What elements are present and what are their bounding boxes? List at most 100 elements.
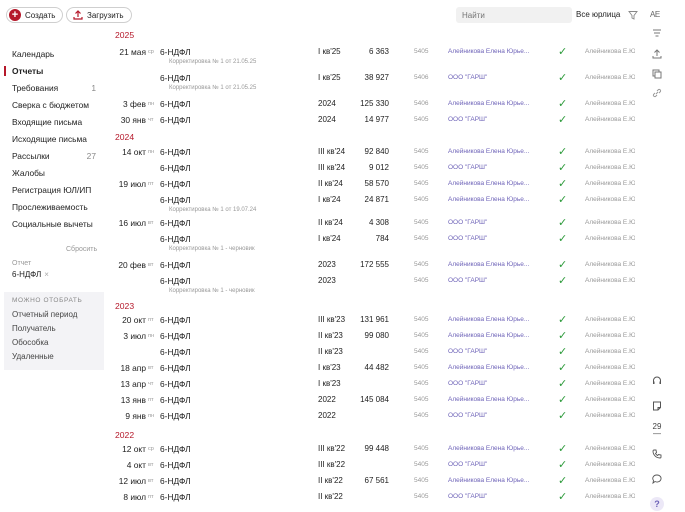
responsible-person: Алейникова Е.Ю.: [585, 493, 635, 500]
report-row[interactable]: 19 июл пт 6-НДФЛ II кв'24 58 570 5405 Алейнико…: [104, 176, 644, 192]
phone-icon[interactable]: [650, 447, 664, 461]
responsible-person: Алейникова Е.Ю.: [585, 180, 635, 187]
report-recipient-link[interactable]: Алейникова Елена Юрье...: [448, 477, 529, 484]
report-row[interactable]: 21 мая ср 6-НДФЛ Корректировка № 1 от 21.05…: [104, 44, 644, 71]
report-recipient-link[interactable]: ООО "ГАРШ": [448, 348, 487, 355]
sidebar-item-complaints[interactable]: Жалобы: [0, 165, 104, 181]
report-row[interactable]: 8 июл пт 6-НДФЛ II кв'22 5405 ООО "ГАРШ" Алейн…: [104, 489, 644, 505]
more-filter-branch[interactable]: Обособка: [12, 338, 49, 347]
report-row[interactable]: 13 янв пт 6-НДФЛ 2022 145 084 5405 Алейникова …: [104, 392, 644, 408]
report-recipient-link[interactable]: Алейникова Елена Юрье...: [448, 148, 529, 155]
report-recipient-link[interactable]: ООО "ГАРШ": [448, 219, 487, 226]
report-date: 21 мая: [119, 47, 146, 57]
report-recipient-link[interactable]: Алейникова Елена Юрье...: [448, 48, 529, 55]
report-row[interactable]: 30 янв чт 6-НДФЛ 2024 14 977 5405 ООО "ГАРШ" Ал…: [104, 112, 644, 128]
report-recipient-link[interactable]: Алейникова Елена Юрье...: [448, 364, 529, 371]
report-row[interactable]: 20 фев вт 6-НДФЛ 2023 172 555 5405 Алейникова …: [104, 257, 644, 273]
copy-icon[interactable]: [650, 67, 664, 81]
upload-button[interactable]: Загрузить: [66, 7, 132, 23]
report-row[interactable]: 6-НДФЛ III кв'24 9 012 5405 ООО "ГАРШ" Алейни…: [104, 160, 644, 176]
sidebar-item-registration[interactable]: Регистрация ЮЛ/ИП: [0, 182, 104, 198]
report-period: III кв'22: [318, 460, 346, 469]
sidebar-item-requirements[interactable]: Требования 1: [0, 80, 104, 96]
list-settings-icon[interactable]: [650, 26, 664, 40]
report-row[interactable]: 4 окт вт 6-НДФЛ III кв'22 5405 ООО "ГАРШ" Алей…: [104, 457, 644, 473]
report-recipient-link[interactable]: ООО "ГАРШ": [448, 380, 487, 387]
report-row[interactable]: 6-НДФЛ Корректировка № 1 от 21.05.25 I кв'…: [104, 70, 644, 97]
report-row[interactable]: 14 окт пн 6-НДФЛ III кв'24 92 840 5405 Алейник…: [104, 144, 644, 160]
report-date: 3 фев: [123, 99, 146, 109]
more-filter-recipient[interactable]: Получатель: [12, 324, 56, 333]
sort-az-icon[interactable]: AE: [650, 10, 660, 19]
tax-office-code: 5405: [414, 364, 429, 371]
reset-filters-link[interactable]: Сбросить: [66, 246, 97, 253]
notes-icon[interactable]: [650, 399, 664, 413]
report-row[interactable]: 3 июл пн 6-НДФЛ II кв'23 99 080 5405 Алейников…: [104, 328, 644, 344]
filter-label: Отчет: [12, 260, 32, 267]
report-row[interactable]: 13 апр чт 6-НДФЛ I кв'23 5405 ООО "ГАРШ" Алейн…: [104, 376, 644, 392]
report-recipient-link[interactable]: ООО "ГАРШ": [448, 74, 487, 81]
tax-office-code: 5405: [414, 180, 429, 187]
help-icon[interactable]: ?: [650, 497, 664, 511]
export-icon[interactable]: [650, 47, 664, 61]
filter-chip[interactable]: 6-НДФЛ ×: [12, 270, 49, 279]
report-row[interactable]: 6-НДФЛ II кв'23 5405 ООО "ГАРШ" Алейникова Е…: [104, 344, 644, 360]
filter-icon[interactable]: [628, 10, 638, 22]
report-recipient-link[interactable]: Алейникова Елена Юрье...: [448, 316, 529, 323]
report-recipient-link[interactable]: Алейникова Елена Юрье...: [448, 445, 529, 452]
report-recipient-link[interactable]: ООО "ГАРШ": [448, 164, 487, 171]
report-date: 18 апр: [120, 363, 147, 373]
report-row[interactable]: 6-НДФЛ Корректировка № 1 - черновик 2023 54…: [104, 273, 644, 300]
report-recipient-link[interactable]: ООО "ГАРШ": [448, 235, 487, 242]
create-button[interactable]: + Создать: [6, 7, 64, 23]
report-row[interactable]: 18 апр вт 6-НДФЛ I кв'23 44 482 5405 Алейников…: [104, 360, 644, 376]
report-type: 6-НДФЛ: [160, 347, 191, 357]
responsible-person: Алейникова Е.Ю.: [585, 380, 635, 387]
tax-office-code: 5405: [414, 348, 429, 355]
report-row[interactable]: 9 янв пн 6-НДФЛ 2022 5405 ООО "ГАРШ" Алейников…: [104, 408, 644, 424]
report-correction-note: Корректировка № 1 - черновик: [169, 288, 255, 294]
report-recipient-link[interactable]: ООО "ГАРШ": [448, 277, 487, 284]
sidebar-item-reports[interactable]: Отчеты: [0, 63, 104, 79]
report-recipient-link[interactable]: ООО "ГАРШ": [448, 116, 487, 123]
report-period: I кв'24: [318, 195, 341, 204]
sidebar-item-traceability[interactable]: Прослеживаемость: [0, 199, 104, 215]
upload-button-label: Загрузить: [87, 10, 124, 20]
checkmark-icon: ✓: [558, 459, 568, 471]
report-row[interactable]: 3 фев пн 6-НДФЛ 2024 125 330 5406 Алейникова Е…: [104, 96, 644, 112]
report-row[interactable]: 12 окт ср 6-НДФЛ III кв'22 99 448 5405 Алейник…: [104, 441, 644, 457]
report-recipient-link[interactable]: Алейникова Елена Юрье...: [448, 396, 529, 403]
report-recipient-link[interactable]: Алейникова Елена Юрье...: [448, 180, 529, 187]
sidebar-item-mailings[interactable]: Рассылки 27: [0, 148, 104, 164]
create-button-label: Создать: [25, 10, 56, 20]
link-icon[interactable]: [650, 86, 664, 100]
report-recipient-link[interactable]: Алейникова Елена Юрье...: [448, 332, 529, 339]
more-filters-title: МОЖНО ОТОБРАТЬ: [12, 297, 83, 304]
report-recipient-link[interactable]: Алейникова Елена Юрье...: [448, 261, 529, 268]
org-select[interactable]: Все юрлица: [576, 10, 620, 19]
sidebar-item-calendar[interactable]: Календарь: [0, 46, 104, 62]
report-recipient-link[interactable]: Алейникова Елена Юрье...: [448, 196, 529, 203]
report-recipient-link[interactable]: Алейникова Елена Юрье...: [448, 100, 529, 107]
sidebar-item-budget-reconciliation[interactable]: Сверка с бюджетом: [0, 97, 104, 113]
report-row[interactable]: 12 июл вт 6-НДФЛ II кв'22 67 561 5405 Алейнико…: [104, 473, 644, 489]
report-recipient-link[interactable]: ООО "ГАРШ": [448, 461, 487, 468]
search-input[interactable]: [456, 7, 572, 23]
report-amount: 67 561: [364, 476, 389, 485]
sidebar-item-outgoing-letters[interactable]: Исходящие письма: [0, 131, 104, 147]
calendar-icon[interactable]: 29—: [650, 423, 664, 438]
support-icon[interactable]: [650, 374, 664, 388]
close-icon[interactable]: ×: [44, 270, 49, 279]
report-weekday: пн: [148, 101, 155, 107]
more-filter-period[interactable]: Отчетный период: [12, 310, 77, 319]
report-row[interactable]: 16 июл вт 6-НДФЛ II кв'24 4 308 5405 ООО "ГАРШ…: [104, 215, 644, 231]
report-row[interactable]: 6-НДФЛ Корректировка № 1 - черновик I кв'2…: [104, 231, 644, 258]
report-period: 2023: [318, 276, 336, 285]
report-recipient-link[interactable]: ООО "ГАРШ": [448, 412, 487, 419]
sidebar-item-social-deductions[interactable]: Социальные вычеты: [0, 216, 104, 232]
report-recipient-link[interactable]: ООО "ГАРШ": [448, 493, 487, 500]
more-filter-deleted[interactable]: Удаленные: [12, 352, 54, 361]
report-row[interactable]: 20 окт пт 6-НДФЛ III кв'23 131 961 5405 Алейни…: [104, 312, 644, 328]
sidebar-item-incoming-letters[interactable]: Входящие письма: [0, 114, 104, 130]
chat-icon[interactable]: [650, 472, 664, 486]
